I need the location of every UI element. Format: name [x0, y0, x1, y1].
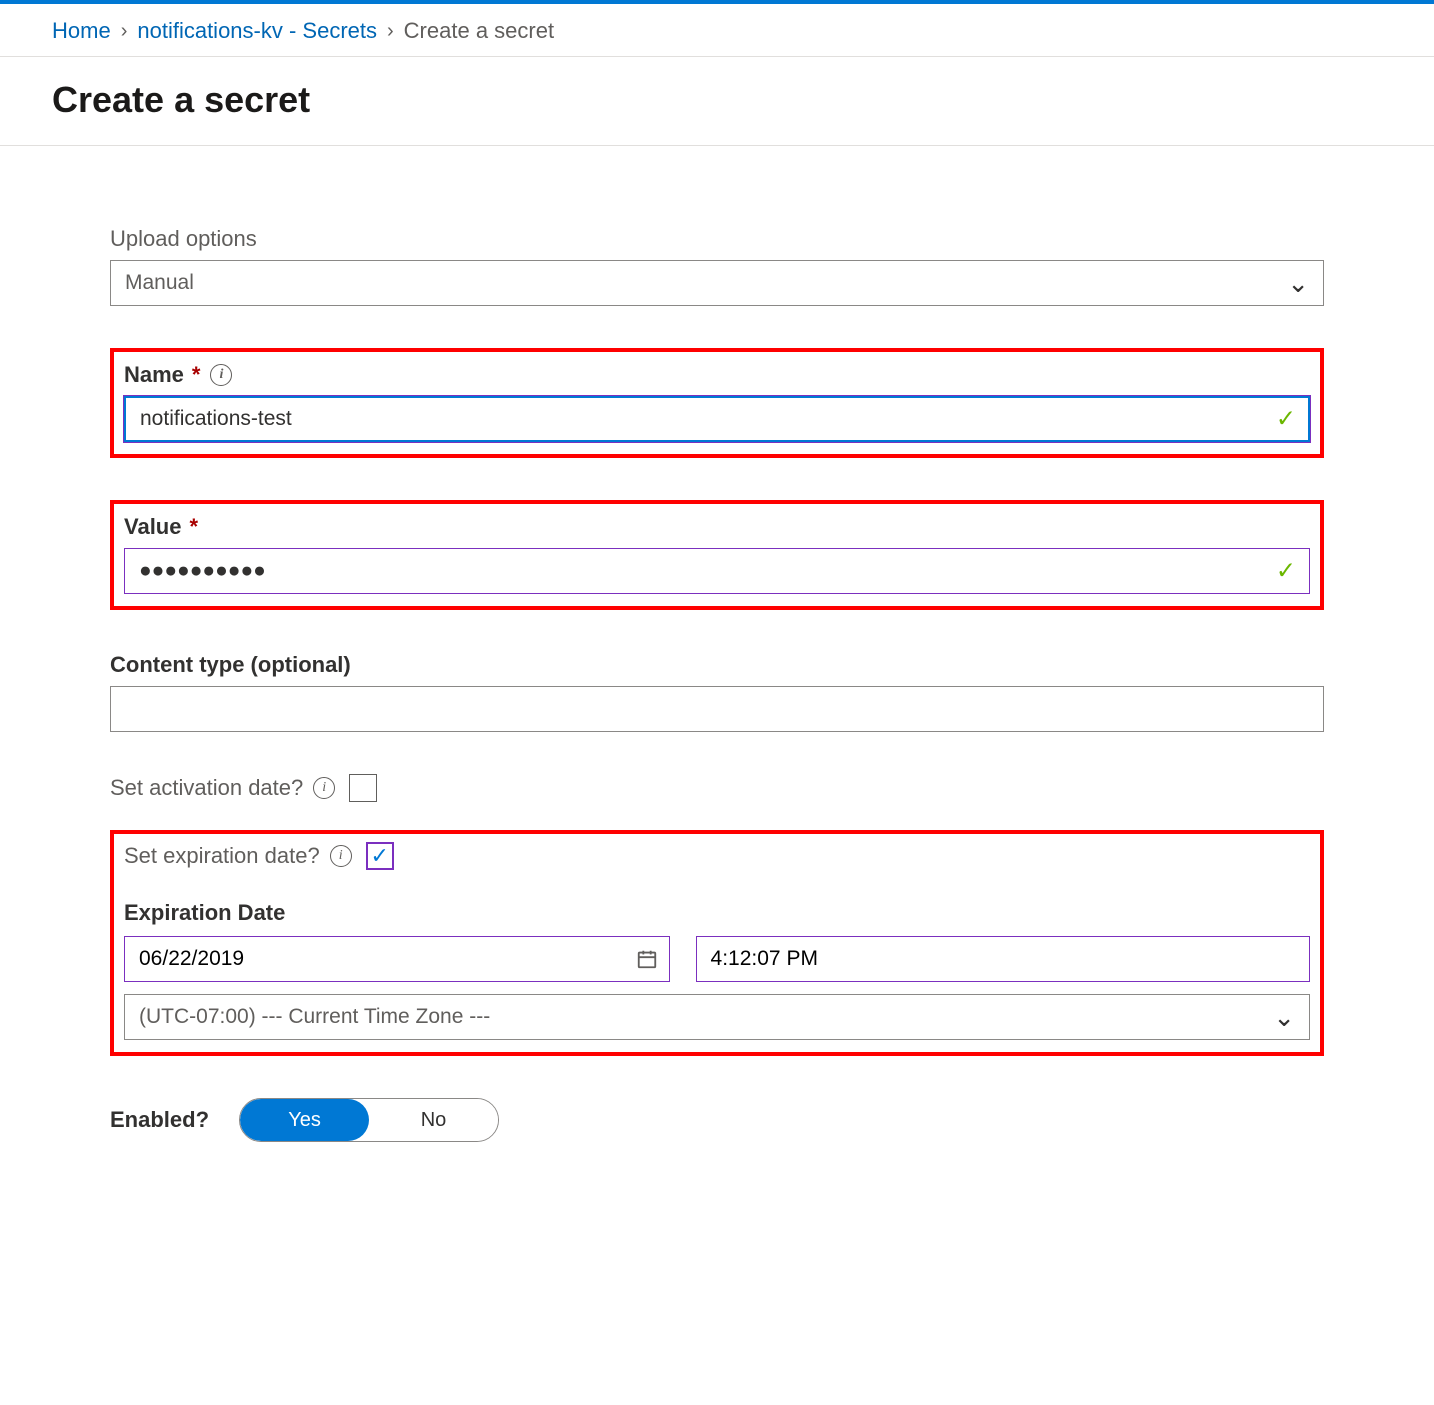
enabled-toggle[interactable]: Yes No — [239, 1098, 499, 1142]
expiration-date-heading: Expiration Date — [124, 900, 1310, 926]
name-input[interactable] — [124, 396, 1310, 442]
required-asterisk: * — [189, 514, 198, 540]
timezone-select[interactable]: (UTC-07:00) --- Current Time Zone --- ⌄ — [124, 994, 1310, 1040]
content-type-input[interactable] — [110, 686, 1324, 732]
upload-options-value: Manual — [125, 271, 194, 295]
activation-date-checkbox[interactable] — [349, 774, 377, 802]
breadcrumb-current: Create a secret — [404, 18, 554, 44]
title-bar: Create a secret — [0, 57, 1434, 146]
expiration-highlight-box: Set expiration date? i ✓ Expiration Date — [110, 830, 1324, 1056]
enabled-row: Enabled? Yes No — [110, 1098, 1324, 1142]
content-type-label: Content type (optional) — [110, 652, 351, 678]
check-icon: ✓ — [1276, 405, 1296, 434]
info-icon[interactable]: i — [210, 364, 232, 386]
breadcrumb-home-link[interactable]: Home — [52, 18, 111, 44]
enabled-yes-segment[interactable]: Yes — [240, 1099, 369, 1141]
check-icon: ✓ — [1276, 557, 1296, 586]
chevron-down-icon: ⌄ — [1273, 1002, 1295, 1033]
name-highlight-box: Name * i ✓ — [110, 348, 1324, 458]
value-input[interactable] — [124, 548, 1310, 594]
expiration-date-checkbox[interactable]: ✓ — [366, 842, 394, 870]
expiration-date-input[interactable] — [124, 936, 670, 982]
page-title: Create a secret — [52, 79, 1382, 121]
calendar-icon[interactable] — [636, 948, 658, 970]
activation-date-label: Set activation date? — [110, 775, 303, 801]
breadcrumb: Home › notifications-kv - Secrets › Crea… — [0, 4, 1434, 57]
timezone-value: (UTC-07:00) --- Current Time Zone --- — [139, 1005, 490, 1029]
required-asterisk: * — [192, 362, 201, 388]
chevron-right-icon: › — [121, 20, 128, 43]
info-icon[interactable]: i — [330, 845, 352, 867]
enabled-label: Enabled? — [110, 1107, 209, 1133]
content-type-field: Content type (optional) — [110, 652, 1324, 732]
chevron-right-icon: › — [387, 20, 394, 43]
activation-date-row: Set activation date? i — [110, 774, 1324, 802]
upload-options-field: Upload options Manual ⌄ — [110, 226, 1324, 306]
upload-options-label: Upload options — [110, 226, 257, 252]
info-icon[interactable]: i — [313, 777, 335, 799]
name-label: Name — [124, 362, 184, 388]
check-icon: ✓ — [370, 845, 388, 867]
expiration-date-label: Set expiration date? — [124, 843, 320, 869]
chevron-down-icon: ⌄ — [1287, 268, 1309, 299]
enabled-no-segment[interactable]: No — [369, 1099, 498, 1141]
value-highlight-box: Value * ✓ — [110, 500, 1324, 610]
upload-options-select[interactable]: Manual ⌄ — [110, 260, 1324, 306]
expiration-time-input[interactable] — [696, 936, 1310, 982]
value-label: Value — [124, 514, 181, 540]
breadcrumb-kv-link[interactable]: notifications-kv - Secrets — [137, 18, 377, 44]
